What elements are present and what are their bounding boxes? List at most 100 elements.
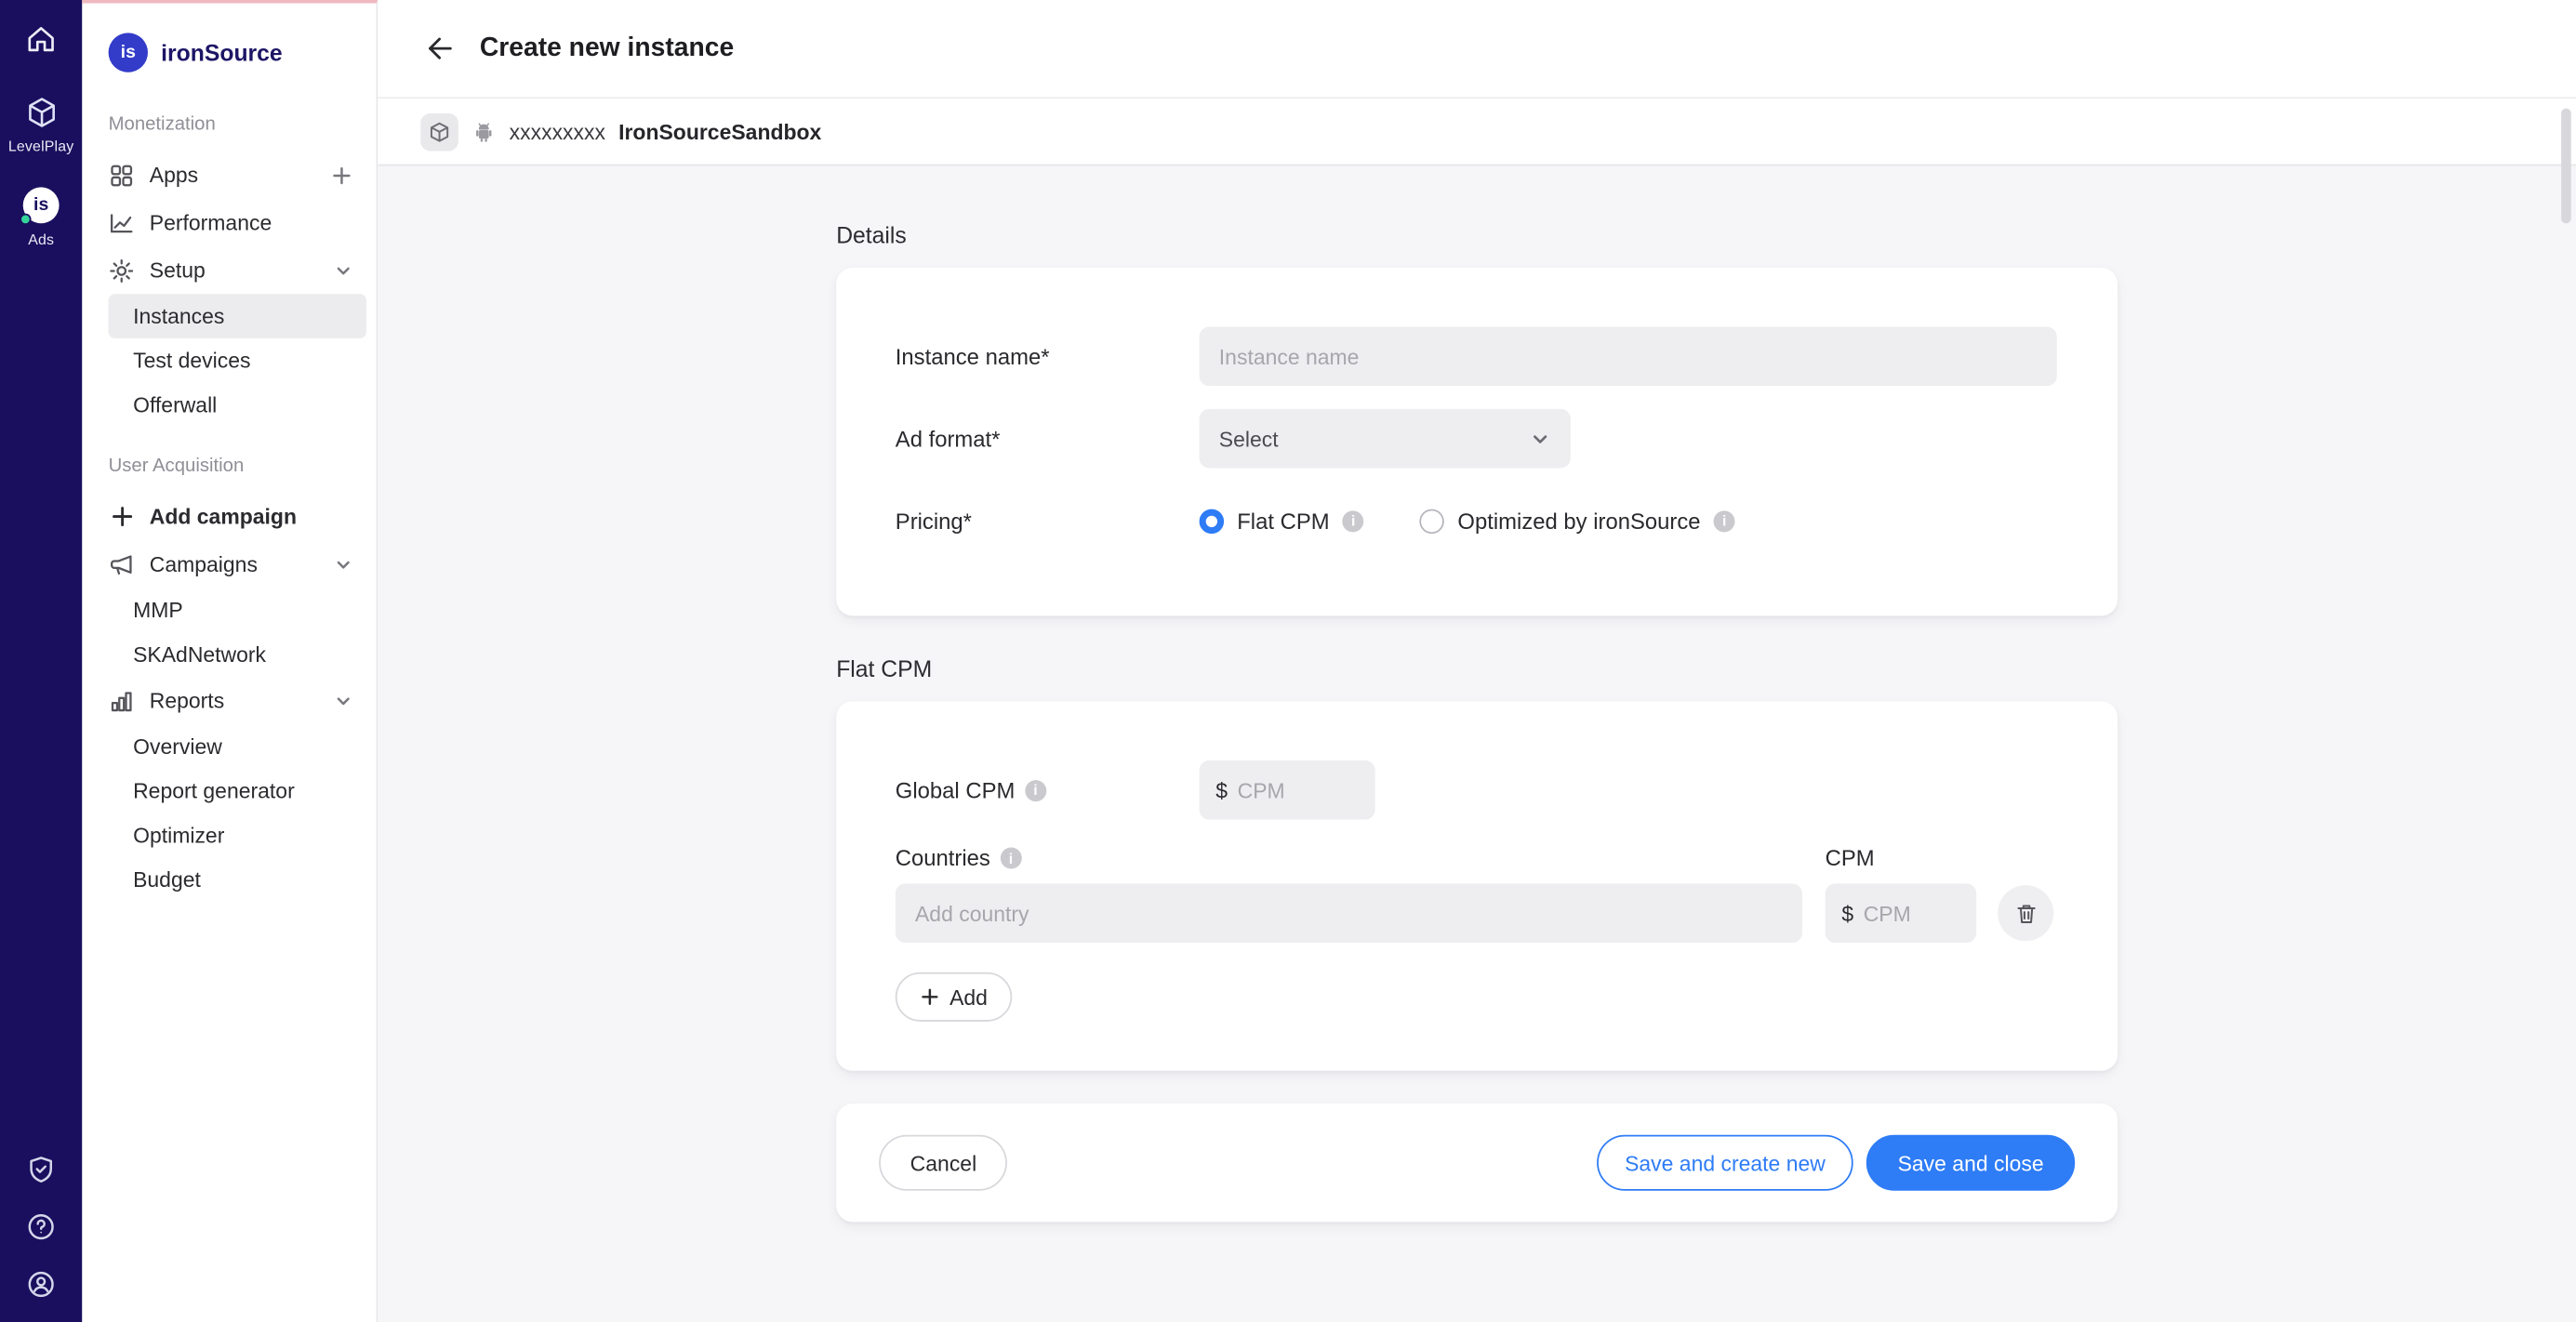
sidebar-item-apps[interactable]: Apps: [82, 152, 376, 199]
sidebar-item-add-campaign[interactable]: Add campaign: [82, 493, 376, 540]
account-icon[interactable]: [26, 1270, 56, 1300]
flat-cpm-card: Global CPM i $ Countries i CP: [836, 701, 2118, 1070]
form-column: Details Instance name* Ad format*: [836, 165, 2118, 1322]
sidebar-item-optimizer[interactable]: Optimizer: [82, 813, 376, 857]
info-icon[interactable]: i: [1714, 510, 1735, 532]
sidebar-item-overview[interactable]: Overview: [82, 724, 376, 769]
sidebar-item-label: SKAdNetwork: [133, 642, 266, 667]
sidebar-item-label: Performance: [150, 210, 272, 234]
currency-symbol: $: [1215, 777, 1228, 801]
pricing-optimized-option[interactable]: Optimized by ironSource i: [1420, 509, 1735, 533]
chevron-down-icon[interactable]: [334, 691, 353, 710]
sidebar-item-label: Campaigns: [150, 552, 258, 576]
sidebar-item-test-devices[interactable]: Test devices: [82, 338, 376, 383]
radio-unselected-icon[interactable]: [1420, 509, 1444, 533]
sidebar-item-performance[interactable]: Performance: [82, 199, 376, 246]
plus-icon: [920, 987, 939, 1007]
country-cpm-input[interactable]: [1864, 901, 1960, 925]
sidebar-item-instances[interactable]: Instances: [109, 294, 366, 338]
section-label-user-acquisition: User Acquisition: [109, 456, 377, 476]
sidebar-item-label: Add campaign: [150, 504, 297, 528]
flat-cpm-section-title: Flat CPM: [836, 655, 2118, 681]
sidebar-item-mmp[interactable]: MMP: [82, 588, 376, 632]
instance-name-input[interactable]: [1200, 327, 2057, 387]
details-section-title: Details: [836, 221, 2118, 247]
chevron-down-icon[interactable]: [334, 554, 353, 574]
sidebar-item-label: Setup: [150, 258, 206, 282]
trash-icon: [2013, 901, 2038, 925]
pricing-row: Pricing* Flat CPM i Optimized by ironSou…: [896, 491, 2057, 550]
ironsource-ads-icon: is: [23, 187, 60, 223]
add-country-input[interactable]: [896, 883, 1802, 943]
scrollbar-thumb[interactable]: [2561, 109, 2571, 224]
required-asterisk: *: [991, 426, 1000, 450]
content-scroll-area[interactable]: Details Instance name* Ad format*: [378, 165, 2576, 1322]
save-and-create-new-button[interactable]: Save and create new: [1597, 1135, 1853, 1191]
levelplay-icon: [24, 95, 59, 129]
details-card: Instance name* Ad format* Select: [836, 268, 2118, 616]
megaphone-icon: [109, 551, 135, 577]
sidebar-item-label: Budget: [133, 867, 201, 892]
sidebar-item-offerwall[interactable]: Offerwall: [82, 383, 376, 428]
sidebar-item-label: Optimizer: [133, 823, 224, 847]
info-icon[interactable]: i: [1025, 779, 1046, 800]
gear-icon: [109, 257, 135, 283]
rail-item-ads[interactable]: is Ads: [23, 187, 60, 247]
global-cpm-input[interactable]: [1238, 777, 1359, 801]
rail-item-label: LevelPlay: [8, 138, 74, 154]
page-title: Create new instance: [480, 33, 734, 63]
radio-selected-icon[interactable]: [1200, 509, 1224, 533]
info-icon[interactable]: i: [1000, 848, 1021, 869]
help-icon[interactable]: [26, 1212, 56, 1242]
sidebar-item-skadnetwork[interactable]: SKAdNetwork: [82, 632, 376, 677]
add-app-icon[interactable]: [330, 164, 353, 187]
apps-grid-icon: [109, 162, 135, 188]
sidebar-item-reports[interactable]: Reports: [82, 677, 376, 724]
plus-icon: [109, 503, 135, 529]
cancel-button[interactable]: Cancel: [879, 1135, 1008, 1191]
back-arrow-icon[interactable]: [420, 31, 457, 67]
rail-item-levelplay[interactable]: LevelPlay: [8, 95, 74, 154]
app-cube-icon[interactable]: [420, 112, 458, 151]
save-and-close-button[interactable]: Save and close: [1866, 1135, 2075, 1191]
chevron-down-icon[interactable]: [334, 260, 353, 280]
ads-logo-glyph: is: [33, 195, 48, 215]
sidebar-item-campaigns[interactable]: Campaigns: [82, 540, 376, 588]
required-asterisk: *: [1041, 344, 1049, 368]
ad-format-select[interactable]: Select: [1200, 409, 1571, 469]
footer-actions-card: Cancel Save and create new Save and clos…: [836, 1104, 2118, 1222]
ad-format-row: Ad format* Select: [896, 409, 2057, 469]
brand[interactable]: is ironSource: [82, 4, 376, 73]
countries-header: Countries i CPM: [896, 846, 2057, 870]
add-country-button[interactable]: Add: [896, 972, 1013, 1022]
info-icon[interactable]: i: [1343, 510, 1364, 532]
viewport: LevelPlay is Ads is ironSource: [0, 0, 2576, 1322]
country-cpm-row: $: [896, 883, 2057, 943]
sidebar-item-setup[interactable]: Setup: [82, 246, 376, 294]
performance-chart-icon: [109, 209, 135, 235]
sidebar-item-budget[interactable]: Budget: [82, 857, 376, 902]
rail-item-label: Ads: [28, 231, 54, 248]
app-name: IronSourceSandbox: [618, 119, 821, 143]
sidebar-item-label: Report generator: [133, 778, 295, 802]
required-asterisk: *: [963, 509, 972, 533]
android-icon: [471, 119, 496, 143]
shield-icon[interactable]: [26, 1155, 56, 1184]
app-id: xxxxxxxxx: [510, 119, 605, 143]
product-rail: LevelPlay is Ads: [0, 0, 82, 1322]
sidebar-item-label: Offerwall: [133, 392, 217, 416]
instance-name-label: Instance name*: [896, 344, 1200, 368]
pricing-label: Pricing*: [896, 509, 1200, 533]
sidebar: is ironSource Monetization Apps Performa…: [82, 0, 378, 1322]
sidebar-item-report-generator[interactable]: Report generator: [82, 769, 376, 813]
app-context-bar: xxxxxxxxx IronSourceSandbox: [378, 99, 2576, 165]
main-area: Create new instance xxxxxxxxx IronSource…: [378, 0, 2576, 1322]
global-cpm-label: Global CPM i: [896, 777, 1200, 801]
pricing-flat-cpm-option[interactable]: Flat CPM i: [1200, 509, 1364, 533]
home-icon[interactable]: [24, 23, 57, 56]
section-label-monetization: Monetization: [109, 115, 377, 135]
ads-status-dot: [20, 214, 31, 225]
delete-row-button[interactable]: [1998, 885, 2053, 941]
chevron-down-icon: [1530, 428, 1551, 449]
ironsource-logo-icon: is: [109, 33, 148, 72]
